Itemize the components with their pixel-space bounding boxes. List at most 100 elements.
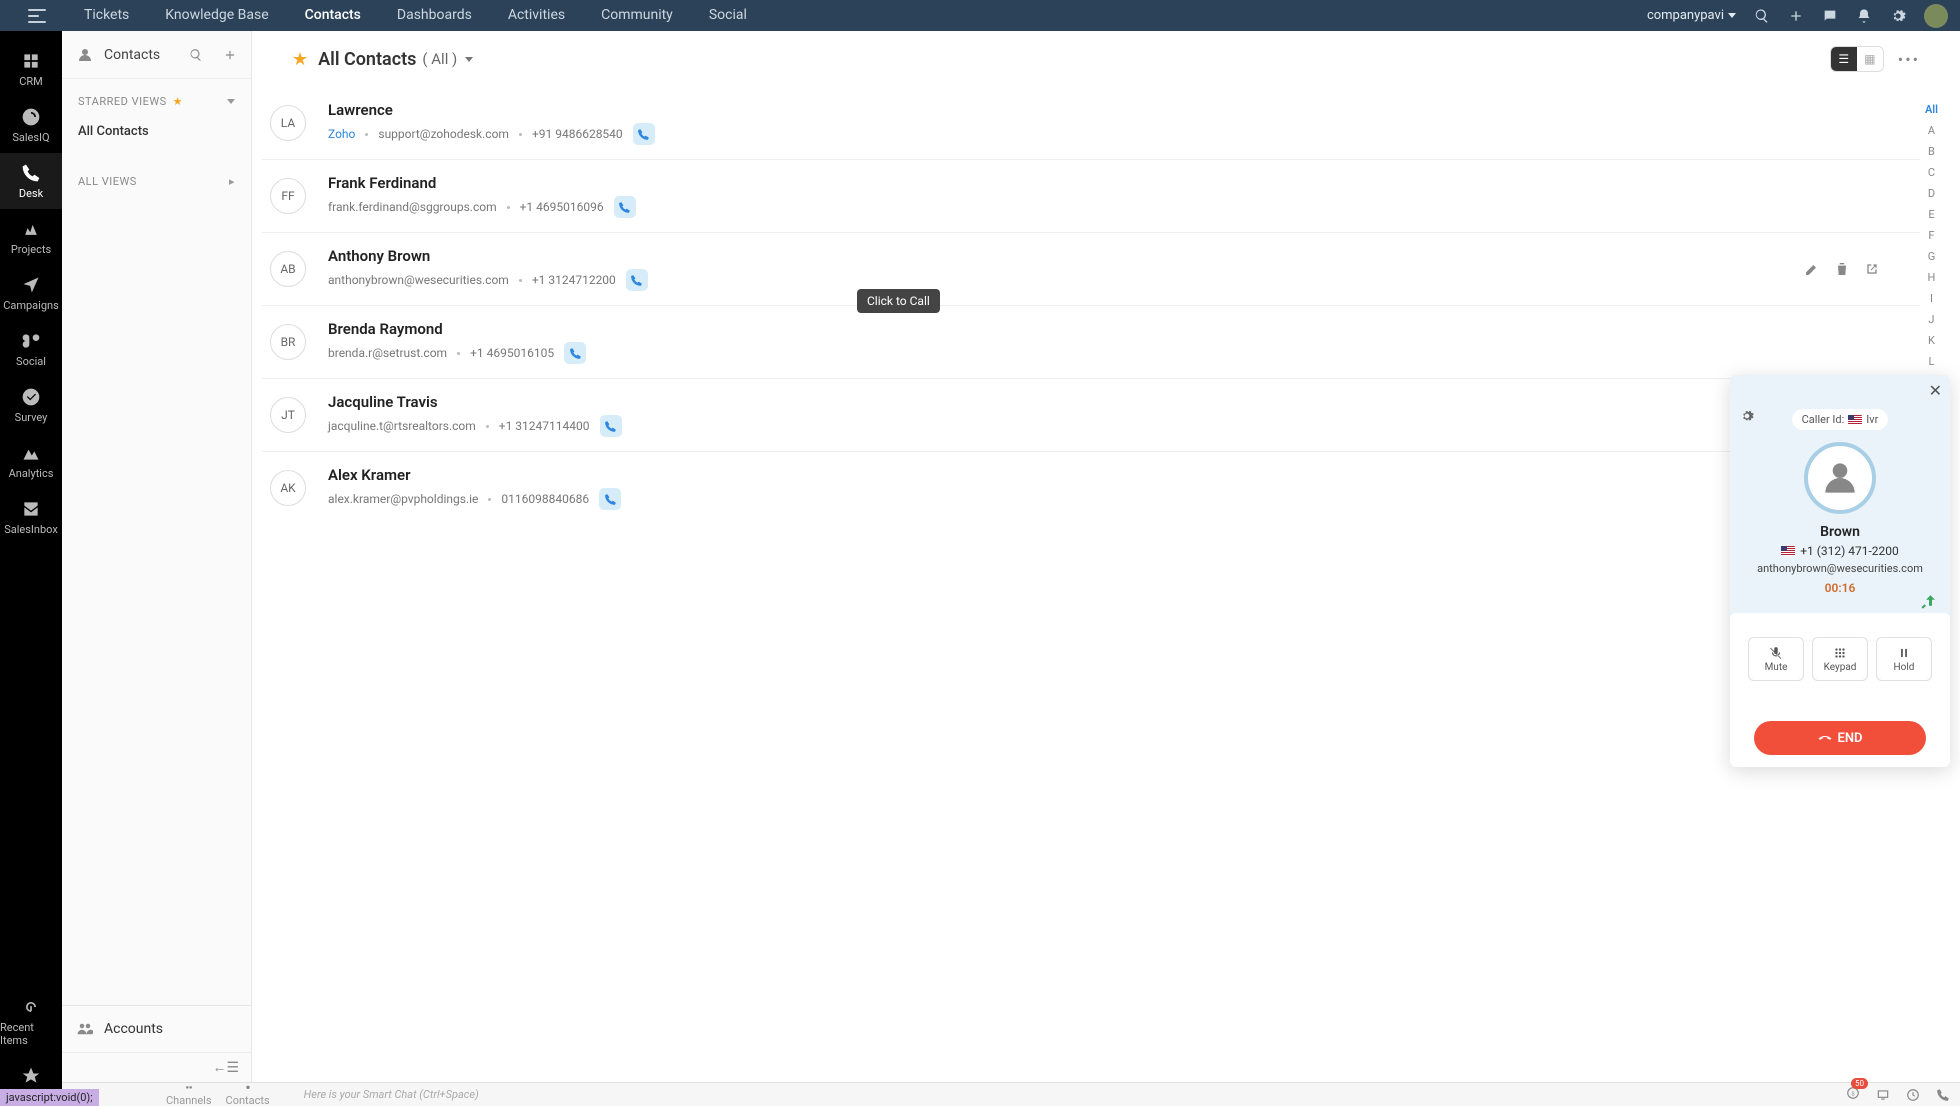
call-button[interactable] [600,415,622,437]
call-phone: +1 (312) 471-2200 [1800,544,1899,558]
topnav-item-tickets[interactable]: Tickets [66,0,147,31]
end-call-button[interactable]: END [1754,721,1926,755]
page-count: ( All ) [422,50,457,68]
contact-name[interactable]: Lawrence [328,101,1920,119]
alpha-k[interactable]: K [1928,334,1935,347]
delete-icon[interactable] [1834,261,1850,277]
contact-phone: +1 3124712200 [532,273,616,287]
contact-row[interactable]: AK Alex Kramer alex.kramer@pvpholdings.i… [262,452,1920,524]
gear-icon[interactable] [1890,8,1906,24]
alpha-all[interactable]: All [1925,103,1938,116]
close-icon[interactable]: ✕ [1929,381,1942,400]
contacts-icon [76,46,94,64]
plus-icon[interactable] [1788,8,1804,24]
topnav-item-community[interactable]: Community [583,0,691,31]
search-icon[interactable] [189,48,203,62]
rail-item-social[interactable]: Social [0,321,62,377]
more-menu[interactable]: ••• [1898,50,1920,69]
contact-row[interactable]: JT Jacquline Travis jacquline.t@rtsrealt… [262,379,1920,452]
contact-name[interactable]: Jacquline Travis [328,393,1920,411]
search-icon[interactable] [1754,8,1770,24]
topnav-item-dashboards[interactable]: Dashboards [379,0,490,31]
channels-tab[interactable]: Channels [166,1084,212,1106]
rail-bottom-item-0[interactable]: Recent Items [0,994,62,1050]
gear-icon[interactable] [1740,409,1754,427]
all-views-group[interactable]: ALL VIEWS ▸ [62,159,251,196]
contact-row[interactable]: FF Frank Ferdinand frank.ferdinand@sggro… [262,160,1920,233]
call-button[interactable] [614,196,636,218]
alpha-l[interactable]: L [1929,355,1935,368]
smart-chat-hint[interactable]: Here is your Smart Chat (Ctrl+Space) [304,1088,479,1101]
hold-button[interactable]: Hold [1876,637,1932,681]
alpha-g[interactable]: G [1928,250,1936,263]
transfer-icon[interactable] [1920,593,1938,611]
contact-name[interactable]: Anthony Brown [328,247,1804,265]
bell-icon[interactable] [1856,8,1872,24]
company-selector[interactable]: companypavi [1647,8,1736,23]
contact-avatar: AK [270,470,306,506]
contact-phone: +1 31247114400 [499,419,590,433]
mute-button[interactable]: Mute [1748,637,1804,681]
monitor-icon[interactable] [1876,1088,1890,1102]
call-button[interactable] [564,342,586,364]
alpha-e[interactable]: E [1928,208,1934,221]
hamburger-menu[interactable] [28,9,46,23]
alpha-a[interactable]: A [1928,124,1935,137]
alpha-j[interactable]: J [1928,313,1934,326]
plus-icon[interactable] [223,48,237,62]
alpha-h[interactable]: H [1928,271,1936,284]
contact-email[interactable]: brenda.r@setrust.com [328,346,447,360]
rail-item-crm[interactable]: CRM [0,41,62,97]
call-button[interactable] [626,269,648,291]
chat-icon[interactable] [1822,8,1838,24]
open-icon[interactable] [1864,261,1880,277]
collapse-panel-icon[interactable]: ←☰ [212,1059,239,1076]
contact-company[interactable]: Zoho [328,127,355,141]
phone-icon[interactable] [1936,1088,1950,1102]
contacts-tab[interactable]: Contacts [226,1084,270,1106]
alpha-b[interactable]: B [1928,145,1935,158]
edit-icon[interactable] [1804,261,1820,277]
starred-views-group[interactable]: STARRED VIEWS ★ [62,79,251,116]
grid-view-icon[interactable]: ▦ [1857,47,1883,71]
contact-name[interactable]: Frank Ferdinand [328,174,1920,192]
contact-email[interactable]: jacquline.t@rtsrealtors.com [328,419,476,433]
contact-row[interactable]: LA Lawrence Zoho support@zohodesk.com +9… [262,87,1920,160]
rail-item-campaigns[interactable]: Campaigns [0,265,62,321]
contact-name[interactable]: Alex Kramer [328,466,1920,484]
alpha-c[interactable]: C [1928,166,1935,179]
topbar: TicketsKnowledge BaseContactsDashboardsA… [0,0,1960,31]
rail-item-desk[interactable]: Desk [0,153,62,209]
contact-row[interactable]: BR Brenda Raymond brenda.r@setrust.com +… [262,306,1920,379]
user-avatar[interactable] [1924,4,1948,28]
topnav-item-social[interactable]: Social [691,0,765,31]
call-contact-name: Brown [1744,524,1936,540]
alpha-d[interactable]: D [1928,187,1935,200]
list-view-icon[interactable]: ☰ [1831,47,1857,71]
contact-email[interactable]: anthonybrown@wesecurities.com [328,273,509,287]
call-button[interactable] [633,123,655,145]
chevron-down-icon[interactable] [465,57,473,62]
contact-name[interactable]: Brenda Raymond [328,320,1920,338]
star-icon[interactable]: ★ [292,49,308,70]
rail-item-survey[interactable]: Survey [0,377,62,433]
keypad-button[interactable]: Keypad [1812,637,1868,681]
rail-item-salesinbox[interactable]: SalesInbox [0,489,62,545]
contact-email[interactable]: frank.ferdinand@sggroups.com [328,200,497,214]
rail-item-projects[interactable]: Projects [0,209,62,265]
alpha-f[interactable]: F [1928,229,1934,242]
topnav-item-contacts[interactable]: Contacts [287,0,379,31]
rail-item-analytics[interactable]: Analytics [0,433,62,489]
rail-item-salesiq[interactable]: SalesIQ [0,97,62,153]
contact-email[interactable]: support@zohodesk.com [378,127,509,141]
alpha-i[interactable]: I [1930,292,1933,305]
contact-email[interactable]: alex.kramer@pvpholdings.ie [328,492,478,506]
accounts-link[interactable]: Accounts [62,1006,251,1052]
sidebar-link-all-contacts[interactable]: All Contacts [62,116,251,147]
topnav-item-activities[interactable]: Activities [490,0,583,31]
contact-row[interactable]: AB Anthony Brown anthonybrown@wesecuriti… [262,233,1920,306]
view-toggle[interactable]: ☰ ▦ [1830,46,1884,72]
clock-icon[interactable] [1906,1088,1920,1102]
topnav-item-knowledge-base[interactable]: Knowledge Base [147,0,286,31]
call-button[interactable] [599,488,621,510]
